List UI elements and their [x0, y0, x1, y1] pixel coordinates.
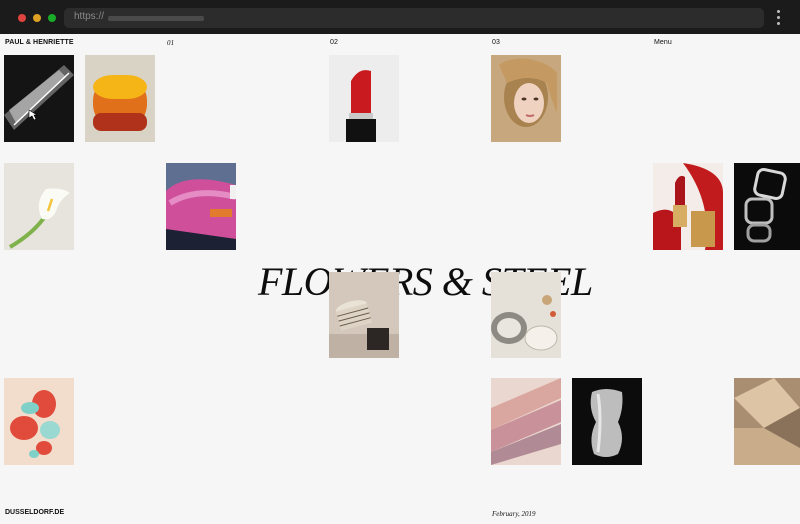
- pink-sneaker-image[interactable]: [166, 163, 236, 250]
- footer-date: February, 2019: [492, 510, 536, 518]
- metal-vase-image[interactable]: [572, 378, 642, 465]
- nav-link-01[interactable]: 01: [167, 39, 174, 47]
- lipstick-gold-image[interactable]: [653, 163, 723, 250]
- more-options-icon[interactable]: [773, 10, 783, 28]
- glass-cubes-image[interactable]: [734, 163, 800, 250]
- url-placeholder: [108, 16, 204, 21]
- brand-logo[interactable]: PAUL & HENRIETTE: [5, 39, 74, 46]
- paper-folds-image[interactable]: [734, 378, 800, 465]
- orange-sphere-image[interactable]: [85, 55, 155, 142]
- stone-stack-image[interactable]: [329, 272, 399, 358]
- address-bar[interactable]: https://: [64, 8, 764, 28]
- glass-block-image[interactable]: [4, 55, 74, 142]
- minimize-window-dot[interactable]: [33, 14, 41, 22]
- url-prefix: https://: [74, 11, 105, 22]
- calla-lily-image[interactable]: [4, 163, 74, 250]
- menu-link[interactable]: Menu: [654, 39, 672, 46]
- footer-site-link[interactable]: DUSSELDORF.DE: [5, 509, 64, 516]
- maximize-window-dot[interactable]: [48, 14, 56, 22]
- lipstick-image[interactable]: [329, 55, 399, 142]
- close-window-dot[interactable]: [18, 14, 26, 22]
- colorful-blobs-image[interactable]: [4, 378, 74, 465]
- swatches-image[interactable]: [491, 378, 561, 465]
- model-portrait-image[interactable]: [491, 55, 561, 142]
- nav-link-03[interactable]: 03: [492, 39, 500, 46]
- nav-link-02[interactable]: 02: [330, 39, 338, 46]
- browser-toolbar: https://: [0, 0, 800, 34]
- jewelry-image[interactable]: [491, 272, 561, 358]
